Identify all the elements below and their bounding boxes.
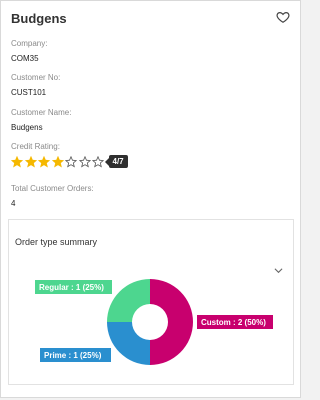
slice-custom[interactable] <box>150 279 193 365</box>
data-label-custom: Custom : 2 (50%) <box>197 315 273 329</box>
customer-no-label: Customer No: <box>11 73 61 82</box>
star-filled-icon[interactable] <box>51 155 64 168</box>
slice-prime[interactable] <box>107 322 150 365</box>
svg-text:Prime : 1 (25%): Prime : 1 (25%) <box>44 351 102 360</box>
heart-icon[interactable] <box>276 10 290 24</box>
credit-rating-label: Credit Rating: <box>11 142 60 151</box>
star-empty-icon[interactable] <box>92 155 104 168</box>
customer-no-value: CUST101 <box>11 88 47 97</box>
credit-rating-field: Credit Rating: 4/7 <box>11 142 128 168</box>
data-label-prime: Prime : 1 (25%) <box>40 348 111 362</box>
star-filled-icon[interactable] <box>38 155 50 168</box>
total-orders-field: Total Customer Orders: 4 <box>11 184 94 208</box>
order-type-donut-chart: Custom : 2 (50%) Prime : 1 (25%) Regular :… <box>35 279 273 365</box>
svg-text:Custom : 2 (50%): Custom : 2 (50%) <box>201 318 266 327</box>
customer-card: Budgens Company: COM35 Customer No: CUST… <box>0 0 301 398</box>
customer-name-value: Budgens <box>11 123 43 132</box>
credit-rating-stars: 4/7 <box>11 155 128 168</box>
company-label: Company: <box>11 39 48 48</box>
customer-title: Budgens <box>11 11 67 26</box>
customer-name-label: Customer Name: <box>11 108 72 117</box>
company-value: COM35 <box>11 54 39 63</box>
star-empty-icon[interactable] <box>65 155 77 168</box>
customer-name-field: Customer Name: Budgens <box>11 108 71 132</box>
order-summary-panel: Order type summary Custom : 2 (50%) Prime… <box>8 219 294 385</box>
customer-no-field: Customer No: CUST101 <box>11 73 60 97</box>
svg-text:Regular : 1 (25%): Regular : 1 (25%) <box>39 283 104 292</box>
credit-rating-badge: 4/7 <box>104 155 128 168</box>
data-label-regular: Regular : 1 (25%) <box>35 280 112 294</box>
star-filled-icon[interactable] <box>24 155 37 168</box>
company-field: Company: COM35 <box>11 39 47 63</box>
total-orders-value: 4 <box>11 199 16 208</box>
total-orders-label: Total Customer Orders: <box>11 184 94 193</box>
slice-regular[interactable] <box>107 279 150 322</box>
star-empty-icon[interactable] <box>78 155 91 168</box>
star-filled-icon[interactable] <box>11 155 23 168</box>
